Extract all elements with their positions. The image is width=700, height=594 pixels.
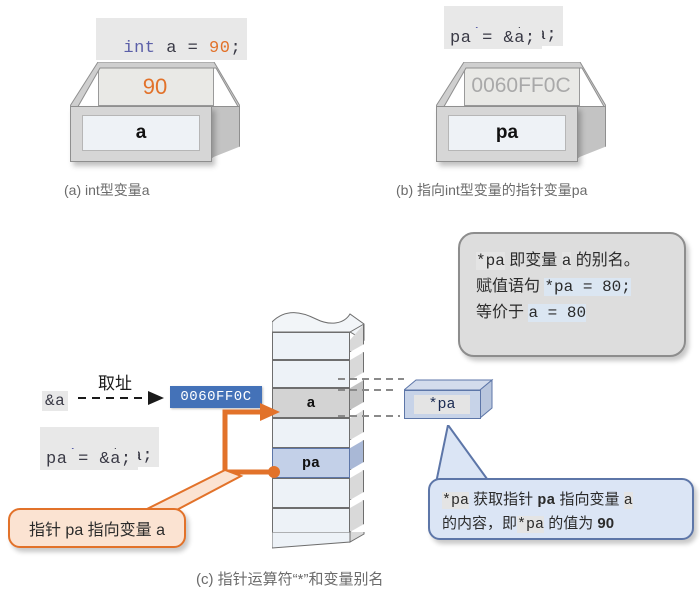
deref-note-line2-text2: 的值为 [544,515,598,532]
panel-b-code-line2: pa = &a; [444,28,542,49]
deref-pa-label: *pa [428,396,456,413]
pointer-note-text: 指针 pa 指向变量 a [28,522,166,539]
deref-note-line1-text: 获取指针 [469,491,538,508]
memory-cell-side [350,470,364,500]
memory-cell-side [350,500,364,532]
deref-note-line2-value: 90 [597,515,615,532]
deref-note-line1: *pa 获取指针 pa 指向变量 a [442,488,680,512]
variable-pa-box: 0060FF0C pa [436,62,606,167]
alias-note-line3: 等价于 a = 80 [476,300,668,326]
deref-pa-box: *pa [404,378,496,426]
deref-note-line1-text2: 指向变量 [555,491,624,508]
deref-note-line1-var: pa [537,492,556,509]
deref-pa-label-plate: *pa [414,395,470,414]
panel-c-code-line2: pa = &a; [40,449,138,470]
panel-b-caption: (b) 指向int型变量的指针变量pa [396,182,588,198]
variable-a-label: a [135,122,147,143]
variable-a-label-plate: a [82,115,200,151]
alias-note-bubble: *pa 即变量 a 的别名。 赋值语句 *pa = 80; 等价于 a = 80 [458,232,686,357]
alias-note-line2: 赋值语句 *pa = 80; [476,274,668,300]
alias-note-line1-code: *pa [476,252,505,270]
figure-caption-c: (c) 指针运算符“*”和变量别名 [196,571,384,588]
memory-cell-pa-side [350,440,364,470]
panel-a-code-keyword: int [123,39,156,58]
panel-a-code-rest: a = [155,39,210,58]
panel-a-code: int a = 90; [96,18,248,60]
variable-pa-label: pa [495,122,519,143]
address-of-dashed-arrow [78,391,164,405]
alias-note-line3-code: a = 80 [528,304,587,322]
address-of-expression: &a [42,391,69,411]
deref-note-line2-code: *pa [517,516,545,533]
alias-note-line1-var: a [561,252,572,270]
alias-note-line1-text: 即变量 [504,252,562,269]
alias-note-line1-tail: 的别名。 [571,252,640,269]
deref-note-bubble: *pa 获取指针 pa 指向变量 a 的内容，即*pa 的值为 90 [428,478,694,540]
variable-pa-box-top-value: 0060FF0C [471,74,571,97]
panel-a-code-semicolon: ; [230,39,242,58]
variable-a-box: 90 a [70,62,240,167]
pointer-note-bubble: 指针 pa 指向变量 a [8,508,186,548]
panel-a-caption: (a) int型变量a [64,182,150,198]
alias-note-line1: *pa 即变量 a 的别名。 [476,248,668,274]
variable-pa-label-plate: pa [448,115,566,151]
deref-note-line1-code: *pa [442,492,470,509]
variable-a-box-top-value: 90 [142,74,168,99]
alias-note-line3-text: 等价于 [476,304,529,321]
deref-note-line2-text: 的内容，即 [442,515,518,532]
alias-note-line2-text: 赋值语句 [476,278,545,295]
memory-cell[interactable] [272,332,350,360]
alias-note-line2-code: *pa = 80; [544,278,631,296]
deref-note-line1-var2: a [623,492,633,509]
panel-a-code-value: 90 [209,39,231,58]
deref-note-line2: 的内容，即*pa 的值为 90 [442,512,680,536]
